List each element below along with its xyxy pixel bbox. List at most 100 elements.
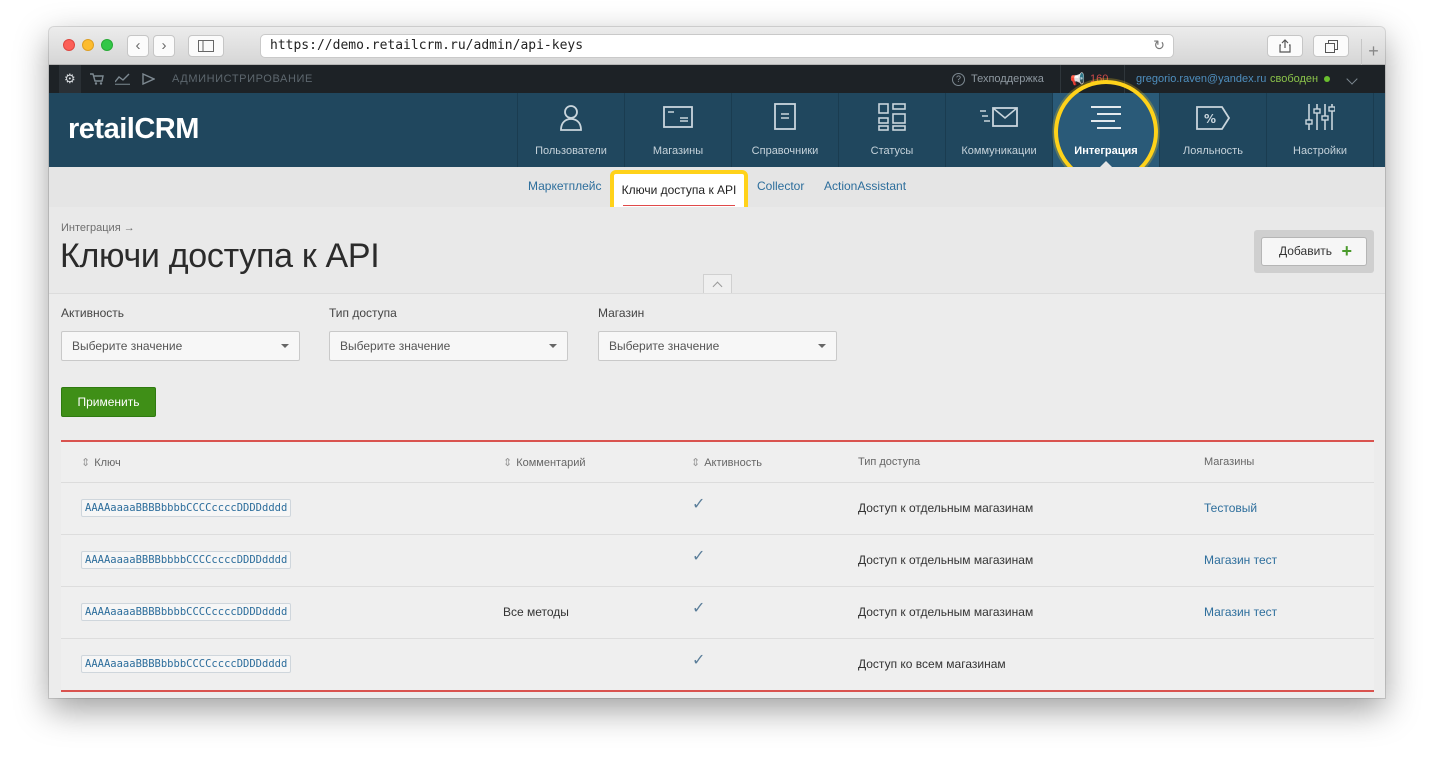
main-navigation: retailCRM Пользователи Магазины Справочн…: [49, 93, 1385, 167]
chevron-down-icon[interactable]: [1346, 73, 1358, 85]
support-label: Техподдержка: [971, 73, 1044, 85]
window-icon: [625, 103, 731, 133]
shop-link[interactable]: Магазин тест: [1204, 553, 1277, 567]
sidebar-icon: [198, 40, 214, 52]
column-key[interactable]: ⇕ Ключ: [81, 456, 121, 469]
active-underline: [623, 205, 735, 206]
nav-label: Лояльность: [1183, 145, 1243, 157]
table-row[interactable]: AAAAaaaaBBBBbbbbCCCCccccDDDDdddd ✓ Досту…: [61, 483, 1374, 535]
admin-bar: ⚙ АДМИНИСТРИРОВАНИЕ ? Техподдержка 📢 160 …: [49, 65, 1385, 93]
nav-item-statuses[interactable]: Статусы: [838, 93, 945, 167]
nav-item-communications[interactable]: Коммуникации: [945, 93, 1052, 167]
activity-filter-label: Активность: [61, 306, 125, 320]
nav-item-users[interactable]: Пользователи: [517, 93, 624, 167]
chevron-left-icon: ‹: [135, 37, 141, 54]
shop-select[interactable]: Выберите значение: [598, 331, 837, 361]
access-type-filter-label: Тип доступа: [329, 306, 397, 320]
nav-label: Коммуникации: [961, 145, 1037, 157]
add-button-highlight: Добавить +: [1254, 230, 1374, 273]
gear-icon: ⚙: [64, 71, 76, 86]
cart-icon[interactable]: [90, 73, 104, 85]
nav-item-shops[interactable]: Магазины: [624, 93, 731, 167]
api-key-link[interactable]: AAAAaaaaBBBBbbbbCCCCccccDDDDdddd: [81, 499, 292, 517]
new-tab-button[interactable]: +: [1361, 39, 1385, 65]
chevron-up-icon: [712, 281, 723, 292]
tabs-icon: [1324, 40, 1338, 53]
subnav-collector[interactable]: Collector: [757, 179, 804, 193]
api-key-link[interactable]: AAAAaaaaBBBBbbbbCCCCccccDDDDdddd: [81, 655, 292, 673]
share-button[interactable]: [1267, 35, 1303, 57]
column-active[interactable]: ⇕ Активность: [691, 456, 762, 469]
api-key-link[interactable]: AAAAaaaaBBBBbbbbCCCCccccDDDDdddd: [81, 603, 292, 621]
user-icon: [518, 103, 624, 133]
back-button[interactable]: ‹: [127, 35, 149, 57]
zoom-window-icon[interactable]: [101, 39, 113, 51]
check-icon: ✓: [692, 600, 706, 617]
plus-icon: +: [1341, 241, 1352, 261]
nav-label: Магазины: [652, 145, 704, 157]
page-content: Интеграция → Ключи доступа к API Добавит…: [49, 207, 1385, 698]
forward-button[interactable]: ›: [153, 35, 175, 57]
shop-link[interactable]: Магазин тест: [1204, 605, 1277, 619]
subnav-marketplace[interactable]: Маркетплейс: [528, 179, 602, 193]
table-row[interactable]: AAAAaaaaBBBBbbbbCCCCccccDDDDdddd ✓ Досту…: [61, 639, 1374, 691]
table-header: ⇕ Ключ ⇕ Комментарий ⇕ Активность Тип досту…: [61, 442, 1374, 483]
caret-down-icon: [281, 344, 289, 348]
close-window-icon[interactable]: [63, 39, 75, 51]
access-type-cell: Доступ к отдельным магазинам: [858, 553, 1034, 567]
shop-filter-label: Магазин: [598, 306, 645, 320]
share-icon: [1279, 39, 1291, 53]
support-link[interactable]: ? Техподдержка: [952, 65, 1044, 93]
status-dot: [1324, 76, 1330, 82]
collapse-filters-button[interactable]: [703, 274, 732, 294]
nav-item-loyalty[interactable]: % Лояльность: [1159, 93, 1266, 167]
access-type-select-value: Выберите значение: [340, 339, 451, 353]
analytics-icon[interactable]: [115, 73, 130, 85]
tabs-overview-button[interactable]: [1313, 35, 1349, 57]
help-circle-icon: ?: [952, 73, 965, 86]
activity-select[interactable]: Выберите значение: [61, 331, 300, 361]
minimize-window-icon[interactable]: [82, 39, 94, 51]
user-status[interactable]: свободен: [1270, 65, 1318, 93]
admin-section-label: АДМИНИСТРИРОВАНИЕ: [172, 73, 313, 85]
document-icon: [732, 103, 838, 133]
shop-link[interactable]: Тестовый: [1204, 501, 1257, 515]
sort-icon: ⇕: [691, 457, 701, 469]
nav-item-directories[interactable]: Справочники: [731, 93, 838, 167]
admin-settings-tab[interactable]: ⚙: [59, 65, 81, 93]
nav-label: Настройки: [1293, 145, 1347, 157]
column-active-label: Активность: [704, 457, 762, 469]
check-icon: ✓: [692, 548, 706, 565]
nav-label: Пользователи: [535, 145, 607, 157]
access-type-cell: Доступ ко всем магазинам: [858, 657, 1006, 671]
nav-divider: [1373, 93, 1374, 167]
url-text: https://demo.retailcrm.ru/admin/api-keys: [270, 38, 584, 53]
api-key-link[interactable]: AAAAaaaaBBBBbbbbCCCCccccDDDDdddd: [81, 551, 292, 569]
percent-tag-icon: %: [1160, 103, 1266, 133]
apply-button[interactable]: Применить: [61, 387, 156, 417]
add-button-label: Добавить: [1279, 244, 1333, 258]
column-comment[interactable]: ⇕ Комментарий: [503, 456, 586, 469]
column-shops: Магазины: [1204, 456, 1255, 468]
reload-icon[interactable]: ↻: [1153, 35, 1165, 57]
user-email-link[interactable]: gregorio.raven@yandex.ru: [1136, 65, 1266, 93]
subnav-actionassistant[interactable]: ActionAssistant: [824, 179, 906, 193]
add-button[interactable]: Добавить +: [1261, 237, 1367, 266]
column-key-label: Ключ: [94, 457, 121, 469]
table-row[interactable]: AAAAaaaaBBBBbbbbCCCCccccDDDDdddd Все мет…: [61, 587, 1374, 639]
retailcrm-logo[interactable]: retailCRM: [68, 113, 199, 146]
breadcrumb[interactable]: Интеграция →: [61, 222, 135, 234]
play-icon[interactable]: [142, 73, 155, 85]
page-title: Ключи доступа к API: [60, 237, 380, 275]
nav-item-settings[interactable]: Настройки: [1266, 93, 1373, 167]
access-type-select[interactable]: Выберите значение: [329, 331, 568, 361]
table-row[interactable]: AAAAaaaaBBBBbbbbCCCCccccDDDDdddd ✓ Досту…: [61, 535, 1374, 587]
caret-down-icon: [818, 344, 826, 348]
browser-window: ‹ › https://demo.retailcrm.ru/admin/api-…: [49, 27, 1385, 698]
address-bar[interactable]: https://demo.retailcrm.ru/admin/api-keys…: [260, 34, 1174, 58]
check-icon: ✓: [692, 652, 706, 669]
comment-cell: Все методы: [503, 605, 569, 619]
column-comment-label: Комментарий: [516, 457, 586, 469]
activity-select-value: Выберите значение: [72, 339, 183, 353]
sidebar-toggle-button[interactable]: [188, 35, 224, 57]
